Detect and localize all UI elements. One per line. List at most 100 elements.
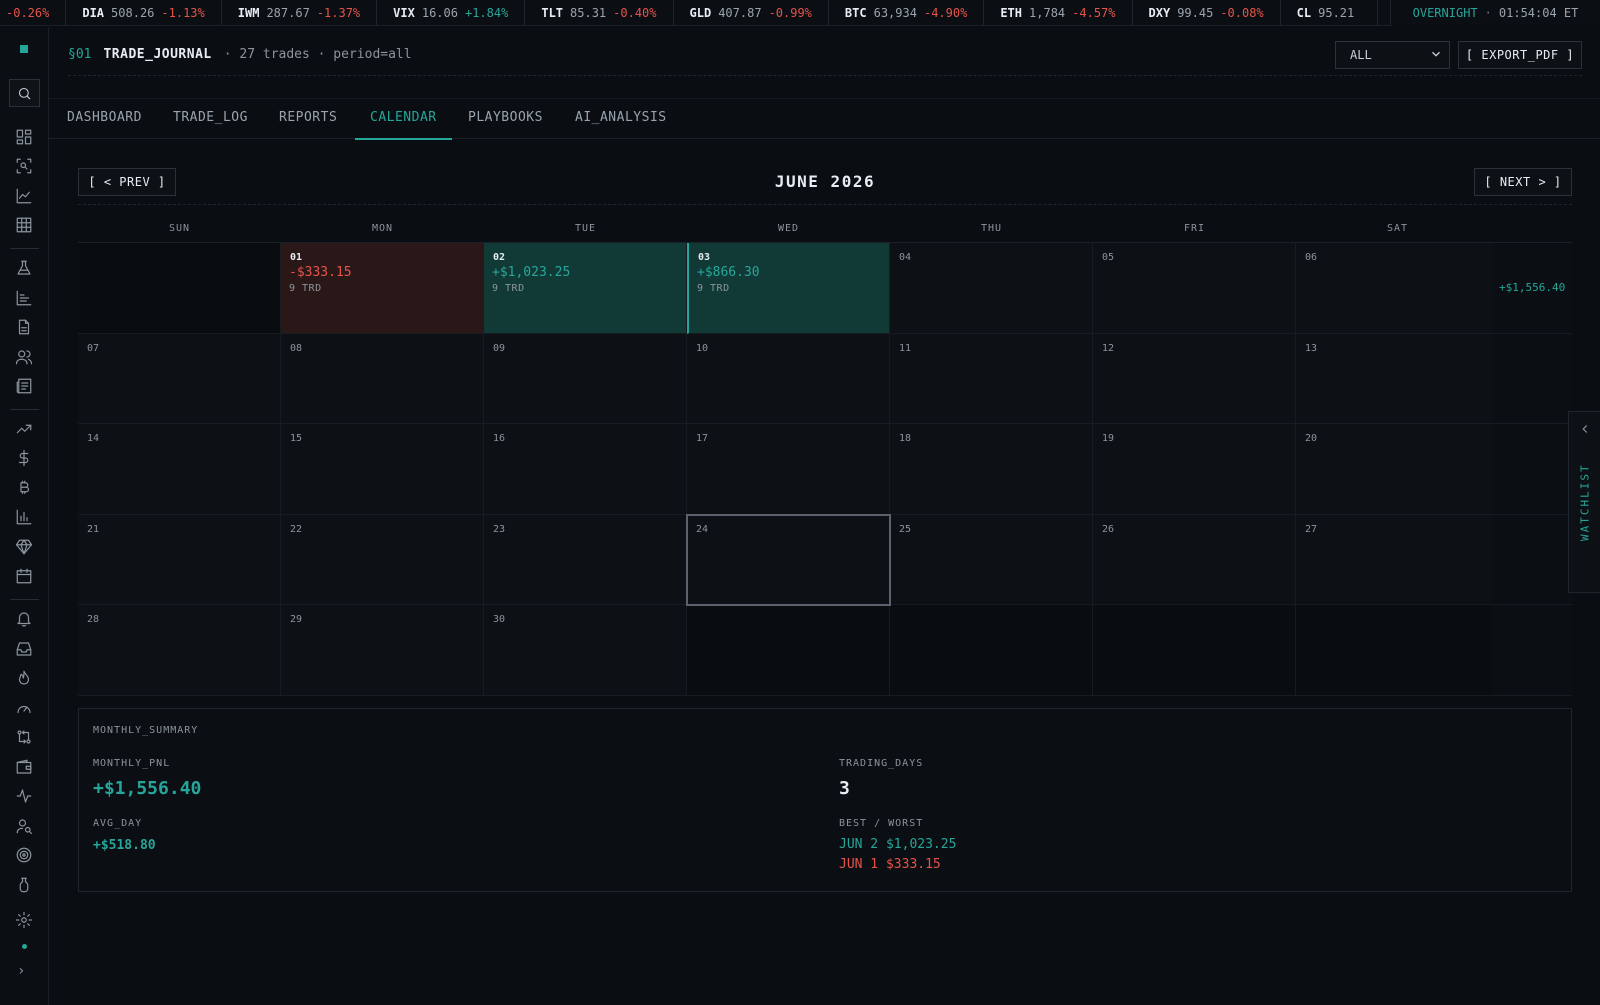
avg-day-label: AVG_DAY bbox=[93, 818, 143, 829]
nav-targets[interactable] bbox=[14, 845, 34, 865]
calendar-day-29[interactable]: 29 bbox=[281, 605, 484, 696]
calendar-day-23[interactable]: 23 bbox=[484, 514, 687, 605]
nav-analytics[interactable] bbox=[14, 288, 34, 308]
nav-alerts[interactable] bbox=[14, 609, 34, 629]
nav-dashboard[interactable] bbox=[14, 127, 34, 147]
nav-calendar[interactable] bbox=[14, 566, 34, 586]
ticker-item-dia[interactable]: DIA 508.26 -1.13% bbox=[66, 0, 222, 25]
nav-scanner[interactable] bbox=[14, 156, 34, 176]
nav-premium[interactable] bbox=[14, 537, 34, 557]
tab-dashboard[interactable]: DASHBOARD bbox=[67, 99, 142, 139]
calendar-day-06[interactable]: 06 bbox=[1296, 243, 1499, 334]
expand-rail-button[interactable]: › bbox=[17, 963, 25, 979]
nav-inbox[interactable] bbox=[14, 639, 34, 659]
page-title: §01 TRADE_JOURNAL · 27 trades · period=all bbox=[68, 47, 412, 62]
day-number: 23 bbox=[493, 523, 506, 535]
nav-lab[interactable] bbox=[14, 258, 34, 278]
dashboard-grid-icon bbox=[16, 129, 32, 145]
calendar-day-13[interactable]: 13 bbox=[1296, 333, 1499, 424]
nav-experiments[interactable] bbox=[14, 875, 34, 895]
calendar-day-03[interactable]: 03 +$866.30 9 TRD bbox=[687, 243, 890, 334]
worst-day-value: JUN 1 $333.15 bbox=[839, 857, 941, 872]
day-number: 29 bbox=[290, 614, 303, 625]
tab-trade-log[interactable]: TRADE_LOG bbox=[173, 99, 248, 139]
nav-wallet[interactable] bbox=[14, 757, 34, 777]
ticker-item-gld[interactable]: GLD 407.87 -0.99% bbox=[674, 0, 829, 25]
tab-ai-analysis[interactable]: AI_ANALYSIS bbox=[575, 99, 667, 139]
period-select[interactable]: ALL bbox=[1335, 41, 1450, 69]
nav-accounts[interactable] bbox=[14, 816, 34, 836]
calendar-day-18[interactable]: 18 bbox=[890, 424, 1093, 515]
nav-hot[interactable] bbox=[14, 668, 34, 688]
calendar-day-12[interactable]: 12 bbox=[1093, 333, 1296, 424]
ticker-item-iwm[interactable]: IWM 287.67 -1.37% bbox=[222, 0, 378, 25]
line-chart-icon bbox=[16, 188, 32, 204]
calendar-empty-cell bbox=[78, 243, 281, 334]
ticker-item-btc[interactable]: BTC 63,934 -4.90% bbox=[829, 0, 985, 25]
gauge-icon bbox=[17, 705, 31, 714]
nav-activity[interactable] bbox=[14, 786, 34, 806]
ticker-item-vix[interactable]: VIX 16.06 +1.84% bbox=[377, 0, 526, 25]
calendar-day-02[interactable]: 02 +$1,023.25 9 TRD bbox=[484, 243, 687, 334]
nav-trends[interactable] bbox=[14, 419, 34, 439]
calendar-day-14[interactable]: 14 bbox=[78, 424, 281, 515]
page-meta: · 27 trades · period=all bbox=[223, 47, 412, 62]
calendar-day-15[interactable]: 15 bbox=[281, 424, 484, 515]
tab-calendar[interactable]: CALENDAR bbox=[355, 99, 452, 140]
calendar-day-09[interactable]: 09 bbox=[484, 333, 687, 424]
nav-crypto[interactable] bbox=[14, 478, 34, 498]
calendar-day-07[interactable]: 07 bbox=[78, 333, 281, 424]
ticker-item-cl[interactable]: CL 95.21 bbox=[1281, 0, 1379, 25]
calendar-day-04[interactable]: 04 bbox=[890, 243, 1093, 334]
ticker-price: 99.45 bbox=[1177, 5, 1214, 20]
calendar-day-30[interactable]: 30 bbox=[484, 605, 687, 696]
ticker-price: 63,934 bbox=[873, 5, 917, 20]
ticker-symbol: CL bbox=[1296, 5, 1312, 20]
search-button[interactable] bbox=[9, 79, 40, 107]
tab-playbooks[interactable]: PLAYBOOKS bbox=[468, 99, 543, 139]
calendar-day-11[interactable]: 11 bbox=[890, 333, 1093, 424]
prev-month-button[interactable]: [ < PREV ] bbox=[78, 168, 176, 196]
ticker-item-tlt[interactable]: TLT 85.31 -0.40% bbox=[525, 0, 674, 25]
calendar-day-26[interactable]: 26 bbox=[1093, 514, 1296, 605]
calendar-day-05[interactable]: 05 bbox=[1093, 243, 1296, 334]
day-pnl: +$866.30 bbox=[697, 265, 760, 280]
calendar-day-08[interactable]: 08 bbox=[281, 333, 484, 424]
chevron-down-icon bbox=[1429, 47, 1443, 61]
nav-pricing[interactable] bbox=[14, 448, 34, 468]
nav-news[interactable] bbox=[14, 376, 34, 396]
trading-days-value: 3 bbox=[839, 778, 850, 799]
nav-journal[interactable] bbox=[14, 317, 34, 337]
ticker-change: -0.99% bbox=[768, 5, 812, 20]
nav-volume[interactable] bbox=[14, 507, 34, 527]
calendar-day-28[interactable]: 28 bbox=[78, 605, 281, 696]
nav-transfers[interactable] bbox=[14, 727, 34, 747]
calendar-day-27[interactable]: 27 bbox=[1296, 514, 1499, 605]
calendar-day-21[interactable]: 21 bbox=[78, 514, 281, 605]
watchlist-drawer-tab[interactable]: WATCHLIST bbox=[1568, 411, 1600, 593]
export-pdf-button[interactable]: [ EXPORT_PDF ] bbox=[1458, 41, 1582, 69]
ticker-item-lead: -0.26% bbox=[0, 0, 67, 25]
calendar-day-20[interactable]: 20 bbox=[1296, 424, 1499, 515]
nav-community[interactable] bbox=[14, 347, 34, 367]
ticker-item-eth[interactable]: ETH 1,784 -4.57% bbox=[984, 0, 1133, 25]
ticker-item-dxy[interactable]: DXY 99.45 -0.08% bbox=[1133, 0, 1281, 25]
nav-settings[interactable] bbox=[14, 910, 34, 930]
calendar-day-24[interactable]: 24 bbox=[686, 513, 891, 606]
ticker-symbol: VIX bbox=[393, 5, 415, 20]
nav-speed[interactable] bbox=[14, 698, 34, 718]
calendar-empty-cell bbox=[1093, 605, 1296, 696]
tab-reports[interactable]: REPORTS bbox=[279, 99, 337, 139]
day-number: 14 bbox=[87, 433, 100, 444]
calendar-day-25[interactable]: 25 bbox=[890, 514, 1093, 605]
calendar-day-19[interactable]: 19 bbox=[1093, 424, 1296, 515]
next-month-button[interactable]: [ NEXT > ] bbox=[1474, 168, 1572, 196]
calendar-day-22[interactable]: 22 bbox=[281, 514, 484, 605]
nav-charts[interactable] bbox=[14, 186, 34, 206]
calendar-day-17[interactable]: 17 bbox=[687, 424, 890, 515]
day-number: 22 bbox=[290, 523, 303, 535]
nav-heatmap[interactable] bbox=[14, 215, 34, 235]
calendar-day-01[interactable]: 01 -$333.15 9 TRD bbox=[281, 243, 484, 334]
calendar-day-10[interactable]: 10 bbox=[687, 333, 890, 424]
calendar-day-16[interactable]: 16 bbox=[484, 424, 687, 515]
